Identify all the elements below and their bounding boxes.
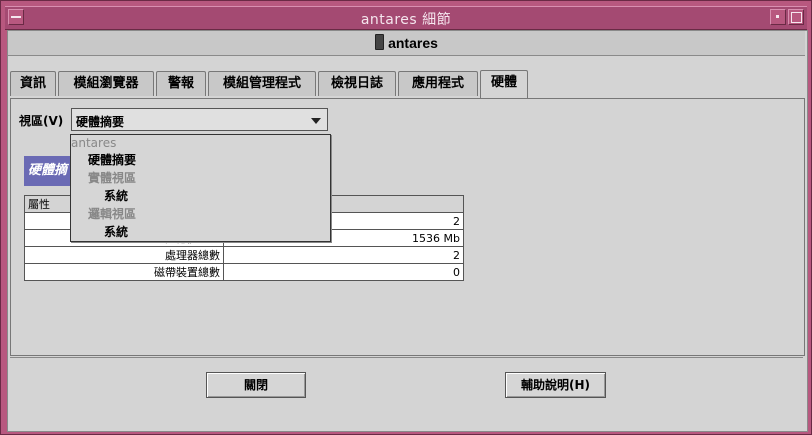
view-dropdown-list[interactable]: antares 硬體摘要 實體視區 系統 邏輯視區 系統 — [70, 134, 331, 242]
row-key: 磁帶裝置總數 — [24, 263, 224, 281]
hostname: antares — [388, 35, 438, 51]
title-bar[interactable]: antares 細節 — [5, 6, 807, 30]
minimize-button[interactable] — [770, 9, 786, 25]
maximize-icon — [791, 12, 802, 23]
view-select-value: 硬體摘要 — [76, 115, 125, 129]
tab-module-manager[interactable]: 模組管理程式 — [208, 71, 316, 96]
divider — [10, 357, 803, 358]
row-value: 0 — [223, 263, 464, 281]
window-frame: antares 細節 antares 資訊 模組瀏覽器 警報 模組管理程式 檢視… — [0, 0, 812, 435]
section-title: 硬體摘要 — [24, 156, 73, 186]
close-button[interactable]: 關閉 — [206, 372, 306, 398]
window-title: antares 細節 — [360, 12, 452, 28]
row-value: 2 — [223, 246, 464, 264]
tab-view-log[interactable]: 檢視日誌 — [318, 71, 396, 96]
table-row: 處理器總數 2 — [24, 246, 464, 264]
option-logical-system[interactable]: 系統 — [104, 224, 128, 241]
header-bar: antares — [8, 31, 805, 56]
tab-alarms[interactable]: 警報 — [156, 71, 206, 96]
tab-info[interactable]: 資訊 — [10, 71, 56, 96]
tab-hardware[interactable]: 硬體 — [480, 70, 528, 98]
view-select[interactable]: 硬體摘要 — [71, 108, 328, 131]
view-label: 視區(V) — [19, 114, 64, 128]
tab-applications[interactable]: 應用程式 — [398, 71, 478, 96]
option-host: antares — [71, 136, 117, 150]
option-physical-view-header: 實體視區 — [88, 171, 137, 185]
maximize-button[interactable] — [788, 9, 804, 25]
minimize-icon — [776, 15, 779, 18]
client-area: antares 資訊 模組瀏覽器 警報 模組管理程式 檢視日誌 應用程式 硬體 … — [7, 30, 808, 432]
row-key: 處理器總數 — [24, 246, 224, 264]
chevron-down-icon[interactable] — [311, 118, 321, 124]
option-logical-view-header: 邏輯視區 — [88, 207, 137, 221]
table-row: 磁帶裝置總數 0 — [24, 263, 464, 281]
help-button[interactable]: 輔助說明(H) — [505, 372, 606, 398]
option-physical-system[interactable]: 系統 — [104, 188, 128, 205]
tab-module-browser[interactable]: 模組瀏覽器 — [58, 71, 154, 96]
option-hardware-summary[interactable]: 硬體摘要 — [88, 152, 136, 169]
host-heading: antares — [8, 34, 805, 51]
server-icon — [375, 34, 385, 50]
